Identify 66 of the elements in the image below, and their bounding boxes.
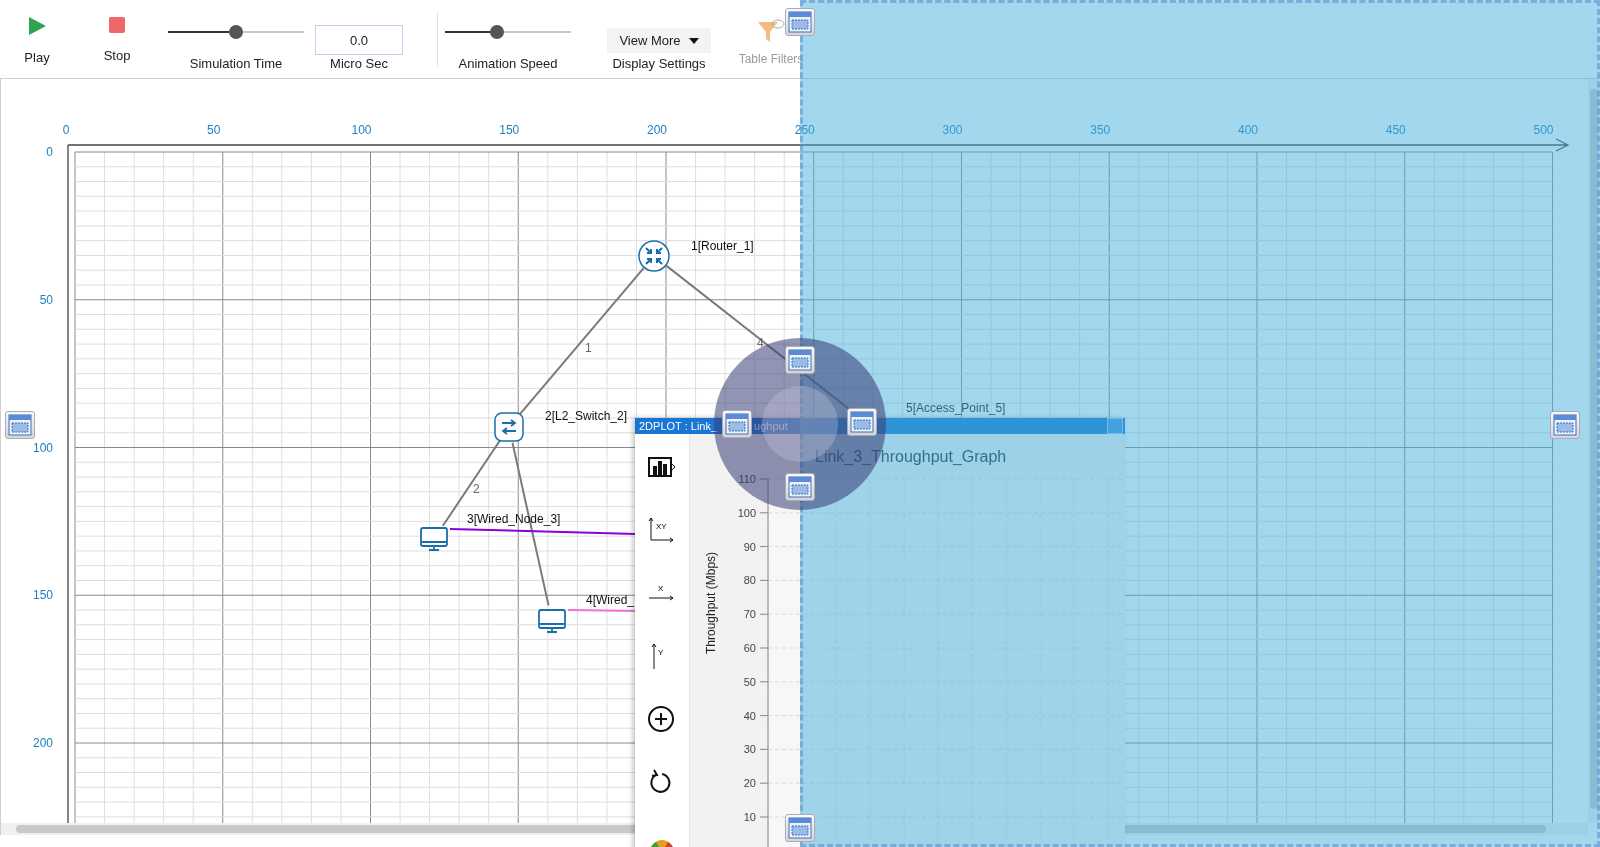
x-tick-label: 400: [1238, 123, 1258, 137]
computer-icon[interactable]: [420, 527, 448, 551]
dock-guide-icon[interactable]: [785, 346, 815, 374]
y-tick-label: 30: [743, 743, 756, 756]
slider-thumb[interactable]: [229, 25, 243, 39]
slider-label: Simulation Time: [189, 56, 283, 71]
group-label: Display Settings: [612, 56, 706, 71]
caret-icon: [688, 37, 699, 44]
y-tick-label: 200: [32, 736, 53, 750]
dock-guide-icon[interactable]: [722, 410, 752, 438]
window-title: ughput: [754, 420, 788, 432]
time-field[interactable]: 0.0: [315, 25, 403, 55]
y-tick-label: 100: [32, 440, 53, 455]
dock-guide-icon[interactable]: [785, 473, 815, 501]
stop-button[interactable]: Stop: [103, 16, 131, 63]
x-tick-label: 300: [942, 123, 963, 137]
link-label: 2: [473, 482, 480, 496]
dock-guide-icon[interactable]: [785, 814, 815, 842]
x-tick-label: 450: [1385, 123, 1406, 137]
field-label: Micro Sec: [330, 56, 388, 71]
y-tick-label: 50: [39, 292, 53, 307]
node-label: 4[Wired_: [586, 593, 635, 607]
node-label: 5[Access_Point_5]: [906, 401, 1006, 415]
y-tick-label: 150: [32, 588, 53, 603]
dock-guide-icon[interactable]: [5, 411, 35, 439]
stop-icon: [108, 16, 126, 34]
switch-icon[interactable]: [494, 412, 524, 442]
y-tick-label: 60: [743, 642, 756, 654]
dock-guide-icon[interactable]: [1550, 411, 1580, 439]
y-tick-label: 80: [743, 574, 756, 587]
vertical-scrollbar[interactable]: [1588, 79, 1600, 823]
link-label: 1: [585, 341, 592, 355]
node-label: 1[Router_1]: [691, 239, 754, 253]
y-tick-label: 90: [743, 540, 756, 553]
computer-icon[interactable]: [538, 609, 566, 633]
link-line[interactable]: [567, 609, 637, 612]
node-label: 2[L2_Switch_2]: [545, 409, 628, 423]
view-more-dropdown[interactable]: View More: [607, 28, 711, 53]
x-tick-label: 100: [351, 123, 372, 137]
y-tick-label: 50: [743, 675, 756, 688]
x-tick-label: 200: [647, 123, 667, 137]
slider-thumb[interactable]: [489, 25, 504, 39]
play-icon: [27, 16, 47, 36]
dock-guide-icon[interactable]: [847, 408, 877, 436]
y-tick-label: 0: [46, 145, 53, 159]
funnel-icon: [756, 16, 786, 44]
y-tick-label: 10: [743, 811, 756, 823]
window-title: 2DPLOT : Link_: [639, 420, 718, 432]
x-tick-label: 0: [62, 123, 70, 137]
link-line[interactable]: [665, 264, 852, 412]
y-tick-label: 70: [743, 608, 756, 621]
y-tick-label: 40: [743, 709, 756, 722]
y-axis-title: Throughput (Mbps): [704, 551, 718, 654]
x-tick-label: 500: [1533, 123, 1554, 137]
link-line[interactable]: [449, 528, 637, 535]
play-button[interactable]: Play: [24, 16, 50, 65]
x-tick-label: 350: [1090, 123, 1111, 137]
y-tick-label: 20: [743, 777, 756, 790]
x-tick-label: 50: [207, 123, 221, 137]
y-tick-label: 100: [737, 506, 756, 519]
dock-guide-icon[interactable]: [785, 8, 815, 36]
router-icon[interactable]: [638, 240, 670, 272]
x-tick-label: 150: [499, 123, 520, 137]
link-label: 4: [757, 336, 764, 350]
y-tick-label: 110: [738, 473, 756, 485]
slider-label: Animation Speed: [458, 56, 558, 71]
